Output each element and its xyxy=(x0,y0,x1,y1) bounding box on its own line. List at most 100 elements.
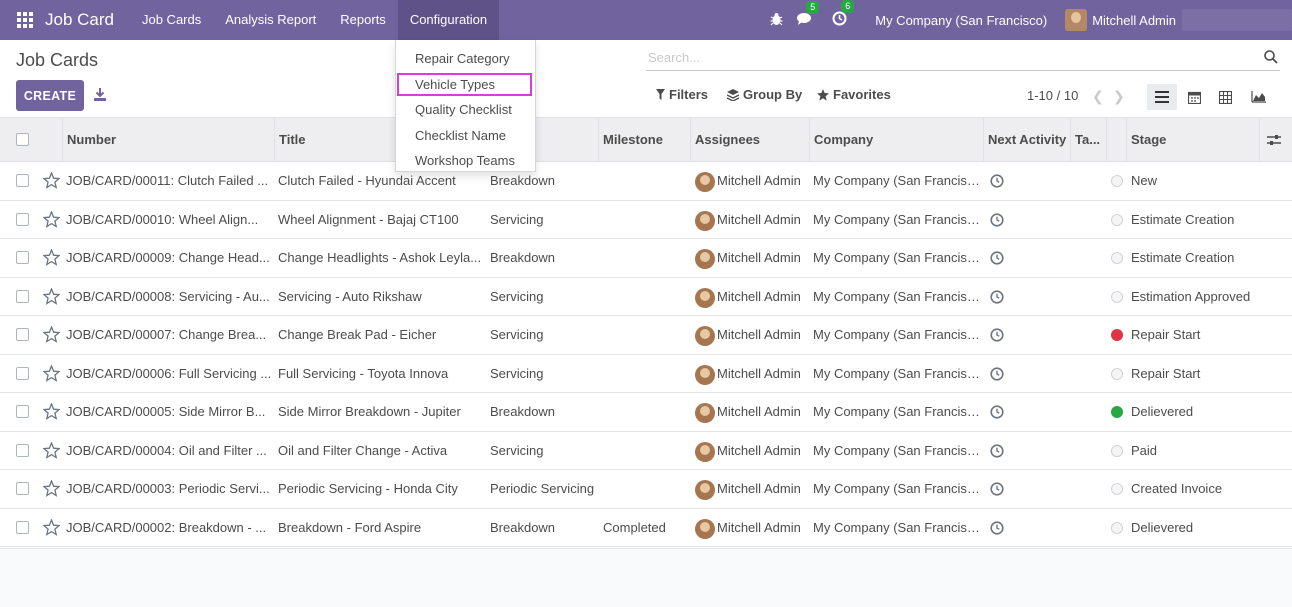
activities-clock-icon[interactable]: 6 xyxy=(832,0,855,29)
star-icon[interactable] xyxy=(43,403,60,420)
star-icon[interactable] xyxy=(43,326,60,343)
row-checkbox[interactable] xyxy=(16,251,29,264)
table-row[interactable]: JOB/CARD/00008: Servicing - Au... Servici… xyxy=(0,277,1292,316)
header-number[interactable]: Number xyxy=(63,118,275,162)
select-all-checkbox[interactable] xyxy=(16,133,29,146)
activity-clock-icon[interactable] xyxy=(990,520,1004,535)
header-next-activity[interactable]: Next Activity xyxy=(984,118,1071,162)
row-checkbox[interactable] xyxy=(16,289,29,303)
row-checkbox[interactable] xyxy=(16,405,29,418)
star-icon[interactable] xyxy=(43,287,60,305)
download-icon[interactable] xyxy=(94,88,106,101)
list-view-button[interactable] xyxy=(1147,84,1177,110)
table-row[interactable]: JOB/CARD/00011: Clutch Failed ... Clutch … xyxy=(0,162,1292,201)
apps-menu-icon[interactable] xyxy=(17,12,33,28)
activity-clock-icon[interactable] xyxy=(990,251,1004,265)
star-icon[interactable] xyxy=(43,518,60,536)
user-avatar xyxy=(1065,9,1088,31)
row-checkbox[interactable] xyxy=(16,328,29,341)
pager-previous-icon[interactable]: ❮ xyxy=(1092,88,1104,105)
header-assignees[interactable]: Assignees xyxy=(691,118,810,162)
cell-stage: Estimate Creation xyxy=(1131,250,1235,265)
cell-number: JOB/CARD/00005: Side Mirror B... xyxy=(66,404,266,419)
activity-clock-icon[interactable] xyxy=(990,366,1004,381)
row-checkbox[interactable] xyxy=(16,366,29,380)
table-row[interactable]: JOB/CARD/00006: Full Servicing ... Full S… xyxy=(0,354,1292,393)
status-dot[interactable] xyxy=(1111,252,1123,264)
cell-stage: Repair Start xyxy=(1131,327,1201,342)
menu-job-cards[interactable]: Job Cards xyxy=(130,0,213,40)
search-input[interactable] xyxy=(646,45,1246,69)
activity-clock-icon[interactable] xyxy=(990,328,1004,342)
table-row[interactable]: JOB/CARD/00010: Wheel Align... Wheel Alig… xyxy=(0,200,1292,239)
activity-clock-icon[interactable] xyxy=(990,482,1004,496)
status-dot[interactable] xyxy=(1111,367,1123,380)
activity-clock-icon[interactable] xyxy=(990,289,1004,304)
status-dot[interactable] xyxy=(1111,521,1123,534)
activity-clock-icon[interactable] xyxy=(990,443,1004,458)
status-dot[interactable] xyxy=(1111,213,1123,226)
activity-clock-icon[interactable] xyxy=(990,174,1004,188)
activity-clock-icon[interactable] xyxy=(990,212,1004,227)
graph-view-button[interactable] xyxy=(1243,84,1273,110)
messages-icon[interactable]: 5 xyxy=(797,0,820,29)
status-dot[interactable] xyxy=(1111,175,1123,187)
table-row[interactable]: JOB/CARD/00009: Change Head... Change Hea… xyxy=(0,239,1292,278)
row-checkbox[interactable] xyxy=(16,443,29,457)
row-checkbox[interactable] xyxy=(16,520,29,534)
pager-value[interactable]: 1-10 / 10 xyxy=(1027,88,1078,103)
favorites-button[interactable]: Favorites xyxy=(817,87,891,102)
menu-item-checklist-name[interactable]: Checklist Name xyxy=(396,124,535,147)
menu-item-quality-checklist[interactable]: Quality Checklist xyxy=(396,98,535,121)
menu-reports[interactable]: Reports xyxy=(328,0,398,40)
cell-title: Wheel Alignment - Bajaj CT100 xyxy=(278,211,459,227)
status-dot[interactable] xyxy=(1111,290,1123,303)
cell-type: Servicing xyxy=(490,442,544,458)
star-icon[interactable] xyxy=(43,210,60,228)
star-icon[interactable] xyxy=(43,441,60,459)
app-brand[interactable]: Job Card xyxy=(45,10,114,30)
star-icon[interactable] xyxy=(43,364,60,382)
table-row[interactable]: JOB/CARD/00002: Breakdown - ... Breakdown… xyxy=(0,508,1292,547)
table-row[interactable]: JOB/CARD/00003: Periodic Servi... Periodi… xyxy=(0,470,1292,509)
bug-icon[interactable] xyxy=(770,12,783,29)
assignee-avatar xyxy=(695,364,715,385)
cell-title: Side Mirror Breakdown - Jupiter xyxy=(278,404,461,419)
menu-item-repair-category[interactable]: Repair Category xyxy=(396,47,535,70)
assignee-avatar xyxy=(695,249,715,269)
search-icon[interactable] xyxy=(1264,50,1278,64)
cell-assignee: Mitchell Admin xyxy=(717,327,801,342)
calendar-view-button[interactable] xyxy=(1179,84,1209,110)
menu-item-workshop-teams[interactable]: Workshop Teams xyxy=(396,149,535,172)
star-icon[interactable] xyxy=(43,172,60,189)
status-dot[interactable] xyxy=(1111,444,1123,457)
star-icon[interactable] xyxy=(43,249,60,266)
status-dot[interactable] xyxy=(1111,483,1123,495)
star-icon[interactable] xyxy=(43,480,60,497)
menu-configuration[interactable]: Configuration xyxy=(397,0,500,40)
pager-next-icon[interactable]: ❯ xyxy=(1113,88,1125,105)
groupby-button[interactable]: Group By xyxy=(727,87,802,102)
row-checkbox[interactable] xyxy=(16,212,29,226)
user-menu[interactable]: Mitchell Admin xyxy=(1065,9,1292,31)
filters-button[interactable]: Filters xyxy=(656,87,708,102)
activity-clock-icon[interactable] xyxy=(990,405,1004,419)
status-dot[interactable] xyxy=(1111,406,1123,418)
header-company[interactable]: Company xyxy=(810,118,984,162)
create-button[interactable]: CREATE xyxy=(16,80,84,111)
menu-item-vehicle-types[interactable]: Vehicle Types xyxy=(397,73,532,96)
header-milestone[interactable]: Milestone xyxy=(599,118,691,162)
table-row[interactable]: JOB/CARD/00004: Oil and Filter ... Oil an… xyxy=(0,431,1292,470)
table-row[interactable]: JOB/CARD/00007: Change Brea... Change Bre… xyxy=(0,316,1292,355)
company-switcher[interactable]: My Company (San Francisco) xyxy=(875,13,1047,28)
pivot-view-button[interactable] xyxy=(1210,84,1240,110)
menu-analysis-report[interactable]: Analysis Report xyxy=(213,0,328,40)
row-checkbox[interactable] xyxy=(16,482,29,495)
header-tags[interactable]: Ta... xyxy=(1071,118,1107,162)
control-panel: Job Cards CREATE Filters Group By Favori… xyxy=(0,40,1292,118)
table-row[interactable]: JOB/CARD/00005: Side Mirror B... Side Mir… xyxy=(0,393,1292,432)
status-dot[interactable] xyxy=(1111,329,1123,341)
header-stage[interactable]: Stage xyxy=(1127,118,1260,162)
row-checkbox[interactable] xyxy=(16,174,29,187)
optional-columns-toggle[interactable] xyxy=(1260,118,1292,162)
